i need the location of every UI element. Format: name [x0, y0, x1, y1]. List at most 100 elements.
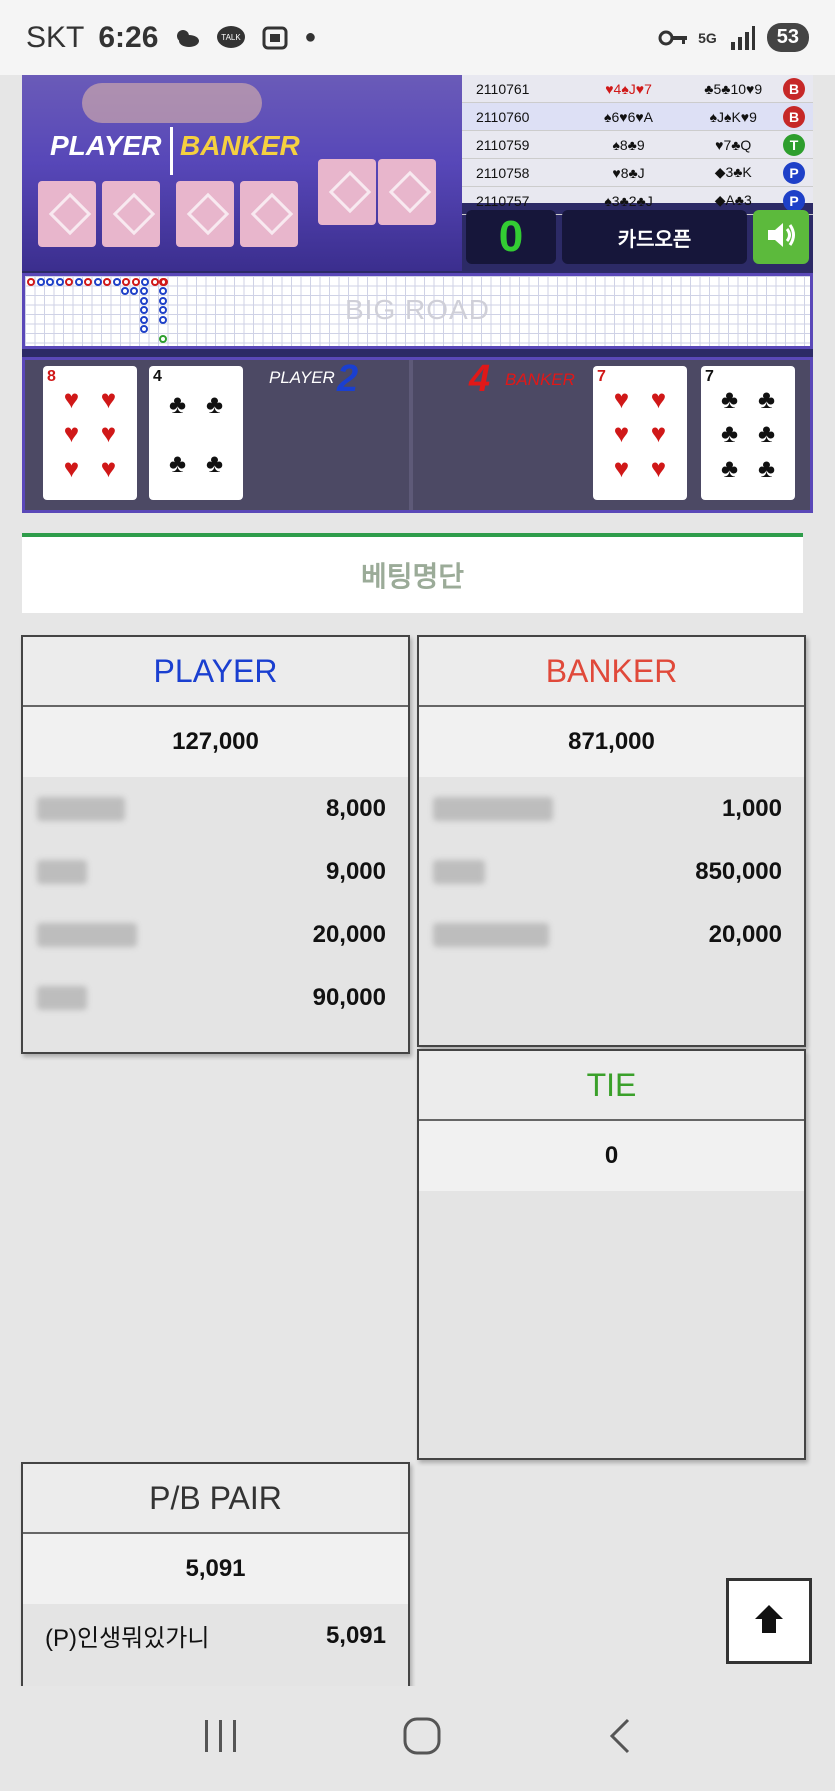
bead-marker: [65, 278, 73, 286]
card-suit: ♥: [63, 453, 80, 484]
home-button[interactable]: [402, 1716, 442, 1761]
battery-indicator: 53: [766, 23, 809, 52]
player-score-label: PLAYER: [269, 368, 335, 387]
table-card: [318, 159, 376, 225]
bead-marker: [46, 278, 54, 286]
result-badge: P: [783, 161, 806, 184]
arrow-up-icon: [752, 1602, 786, 1641]
card-suit: ♣: [757, 418, 776, 449]
game-controls: 0 카드오픈: [462, 206, 813, 268]
card-suit: ♥: [100, 453, 117, 484]
card-suit: ♥: [63, 418, 80, 449]
bead-marker: [140, 306, 148, 314]
result-badge: B: [783, 105, 806, 128]
bead-marker: [74, 278, 83, 286]
card-suit: ♥: [613, 418, 630, 449]
bettor-name: (P)인생뭐있가니: [45, 1625, 210, 1652]
player-bet-box: PLAYER 127,000 8,000 9,000 20,000 90,000: [21, 635, 410, 1054]
player-card: 8 ♥ ♥ ♥ ♥ ♥ ♥: [43, 366, 137, 500]
player-hand: ♥8♣J: [612, 164, 645, 181]
banker-bet-title: BANKER: [419, 637, 804, 707]
bet-entry: 20,000: [419, 903, 804, 966]
bet-entry: 1,000: [419, 777, 804, 840]
bead-marker: [140, 316, 148, 324]
masked-username: [37, 860, 87, 885]
back-button[interactable]: [604, 1716, 634, 1761]
bead-marker: [112, 278, 121, 286]
count-display: 0: [466, 210, 556, 264]
svg-text:TALK: TALK: [222, 33, 242, 42]
recent-apps-button[interactable]: [201, 1718, 241, 1759]
bead-marker: [141, 278, 149, 286]
card-suit: ♥: [650, 418, 667, 449]
card-suit: ♣: [720, 453, 739, 484]
scroll-top-button[interactable]: [726, 1578, 812, 1664]
player-bet-total: 127,000: [23, 707, 408, 777]
clock-time: 6:26: [98, 20, 159, 54]
bet-amount: 9,000: [325, 857, 386, 885]
card-suit: ♥: [100, 383, 117, 414]
card-suit: ♥: [650, 383, 667, 414]
player-score: 2: [337, 358, 359, 400]
card-open-button[interactable]: 카드오픈: [562, 210, 747, 264]
scene-banker-label: BANKER: [180, 130, 300, 161]
player-hand: ♠8♣9: [612, 136, 645, 153]
masked-username: [37, 797, 125, 822]
pair-bet-total: 5,091: [23, 1534, 408, 1604]
banker-score: 4: [469, 358, 491, 400]
bead-marker: [130, 287, 138, 295]
banker-hand: ◆3♣K: [714, 164, 752, 180]
status-bar: SKT 6:26 TALK ● 5G 53: [0, 0, 835, 75]
table-card: [102, 181, 160, 247]
bead-marker: [93, 278, 102, 286]
betting-list-title: 베팅명단: [360, 561, 465, 592]
tie-bet-total: 0: [419, 1121, 804, 1191]
card-suit: ♥: [100, 418, 117, 449]
card-reveal-panel: 8 ♥ ♥ ♥ ♥ ♥ ♥ 4 ♣ ♣ ♣ ♣ PLAYER 2 4 BANKER 7 ♥…: [22, 357, 813, 513]
bet-entry: 20,000: [23, 903, 408, 966]
bead-marker: [159, 278, 167, 286]
bead-marker: [55, 278, 64, 286]
player-card: 4 ♣ ♣ ♣ ♣: [149, 366, 243, 500]
weather-icon: [172, 23, 202, 53]
table-card: [240, 181, 298, 247]
bead-marker: [103, 278, 111, 286]
bet-entry: 90,000: [23, 966, 408, 1029]
masked-username: [433, 860, 485, 885]
scene-divider: [170, 127, 173, 175]
bead-marker: [140, 325, 148, 333]
bead-marker: [140, 297, 148, 305]
carrier-label: SKT: [26, 20, 85, 54]
live-video-scene: PLAYER BANKER: [22, 75, 462, 271]
notification-dot-icon: ●: [304, 26, 317, 48]
big-road-title: BIG ROAD: [345, 294, 490, 325]
result-badge: T: [783, 133, 806, 156]
masked-username: [37, 986, 87, 1011]
banker-hand: ♥7♣Q: [715, 136, 752, 153]
masked-username: [433, 797, 553, 822]
history-row: 2110759 ♠8♣9 ♥7♣Q T: [462, 131, 813, 159]
masked-username: [37, 923, 137, 948]
banker-score-label: BANKER: [505, 370, 575, 389]
banker-card: 7 ♣ ♣ ♣ ♣ ♣ ♣: [701, 366, 795, 500]
betting-list-header: 베팅명단: [22, 533, 803, 613]
bead-marker: [159, 335, 167, 343]
screenshot-icon: [260, 23, 290, 53]
banker-hand: ♠J♠K♥9: [709, 108, 757, 125]
bead-marker: [36, 278, 45, 286]
card-suit: ♣: [205, 389, 224, 419]
round-id: 2110760: [476, 108, 530, 125]
table-card: [38, 181, 96, 247]
card-suit: ♣: [205, 448, 224, 478]
bet-amount: 5,091: [325, 1621, 386, 1649]
signal-icon: [727, 23, 757, 53]
card-suit: ♣: [757, 453, 776, 484]
card-suit: ♥: [650, 453, 667, 484]
bead-marker: [159, 287, 167, 295]
player-bet-title: PLAYER: [23, 637, 408, 707]
bead-marker: [159, 297, 167, 305]
game-panel: PLAYER BANKER 2110761 ♥4♠J♥7 ♣5♣10♥9 B 2…: [22, 75, 813, 513]
history-row: 2110758 ♥8♣J ◆3♣K P: [462, 159, 813, 187]
bead-marker: [121, 287, 129, 295]
sound-toggle-button[interactable]: [753, 210, 809, 264]
